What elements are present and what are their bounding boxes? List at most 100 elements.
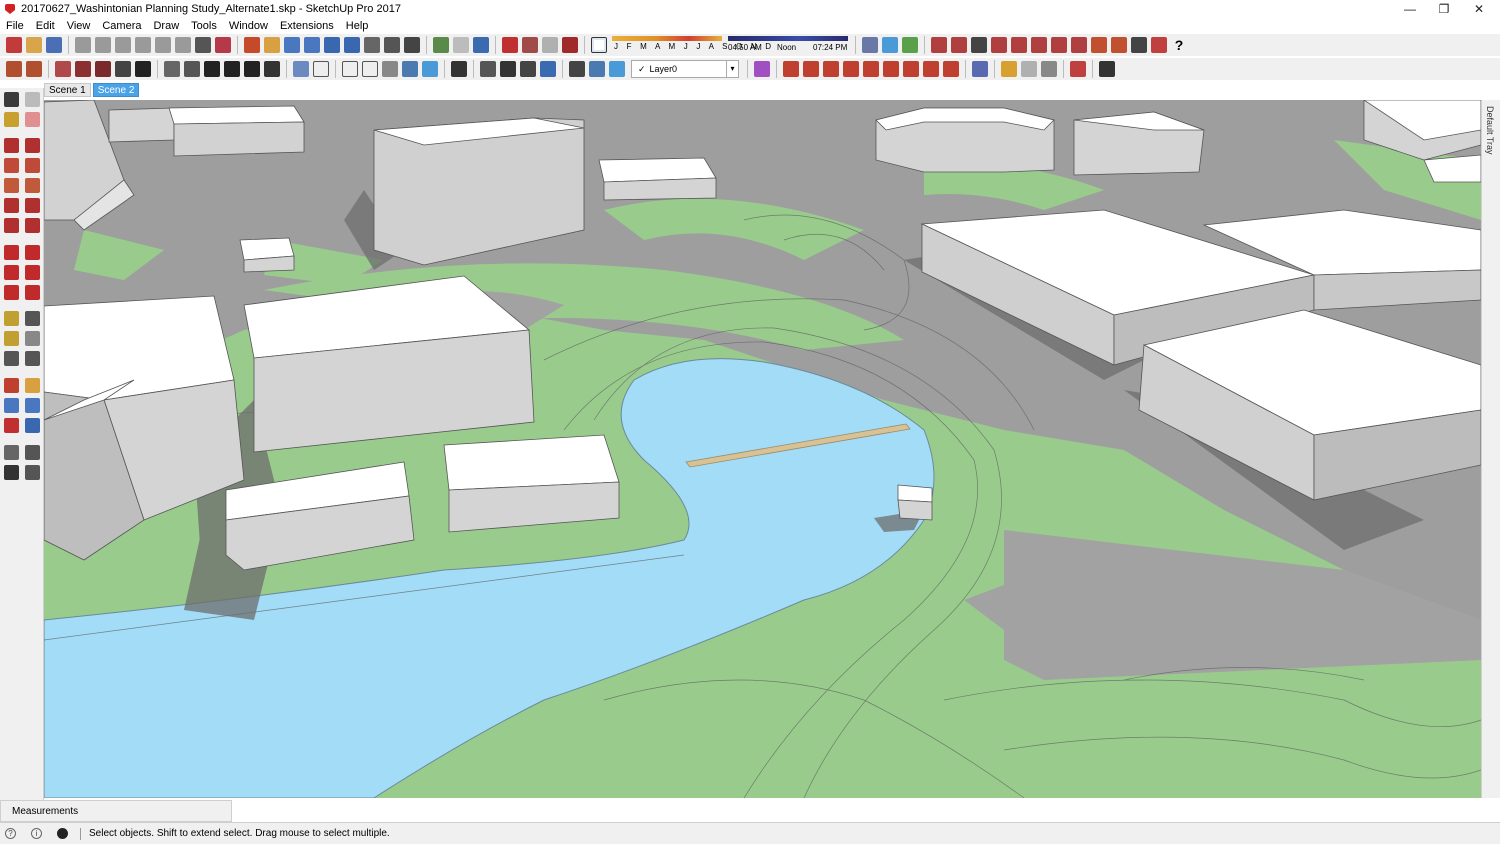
minimize-button[interactable]: — bbox=[1392, 0, 1428, 18]
dimension-tool-icon[interactable] bbox=[25, 311, 40, 326]
restore-button[interactable]: ❐ bbox=[1426, 0, 1462, 18]
open-icon[interactable] bbox=[26, 37, 42, 53]
left-view-icon[interactable] bbox=[115, 61, 131, 77]
save-icon[interactable] bbox=[46, 37, 62, 53]
interact-icon[interactable] bbox=[1001, 61, 1017, 77]
print-icon[interactable] bbox=[195, 37, 211, 53]
protractor-tool-icon[interactable] bbox=[4, 331, 19, 346]
back-view-icon[interactable] bbox=[95, 61, 111, 77]
zoom-icon[interactable] bbox=[284, 37, 300, 53]
front-view-icon[interactable] bbox=[55, 61, 71, 77]
tool-guide-icon[interactable] bbox=[1151, 37, 1167, 53]
menu-camera[interactable]: Camera bbox=[96, 20, 147, 32]
pan-icon[interactable] bbox=[264, 37, 280, 53]
hidden-line-icon[interactable] bbox=[224, 61, 240, 77]
paint-bucket-icon[interactable] bbox=[4, 112, 19, 127]
get-models-icon[interactable] bbox=[433, 37, 449, 53]
layer-manager-icon[interactable] bbox=[609, 61, 625, 77]
undo-icon[interactable] bbox=[155, 37, 171, 53]
position-camera-icon[interactable] bbox=[364, 37, 380, 53]
zoom-window-icon[interactable] bbox=[304, 37, 320, 53]
solid-split-icon[interactable] bbox=[382, 61, 398, 77]
sandbox-drape-icon[interactable] bbox=[902, 37, 918, 53]
section-display-icon[interactable] bbox=[540, 61, 556, 77]
walk-tool-icon[interactable] bbox=[4, 465, 19, 480]
preview-model-icon[interactable] bbox=[883, 61, 899, 77]
toggle-terrain-icon[interactable] bbox=[843, 61, 859, 77]
redo-icon[interactable] bbox=[175, 37, 191, 53]
2pt-arc-icon[interactable] bbox=[25, 198, 40, 213]
orbit-icon[interactable] bbox=[244, 37, 260, 53]
shadows-toggle-icon[interactable] bbox=[591, 37, 607, 53]
menu-help[interactable]: Help bbox=[340, 20, 375, 32]
model-info-icon[interactable] bbox=[215, 37, 231, 53]
move-icon[interactable] bbox=[4, 245, 19, 260]
add-location-icon[interactable] bbox=[823, 61, 839, 77]
section-plane-icon[interactable] bbox=[451, 61, 467, 77]
shaded-icon[interactable] bbox=[244, 61, 260, 77]
rotated-rectangle-icon[interactable] bbox=[25, 158, 40, 173]
section-plane-tool-icon[interactable] bbox=[25, 465, 40, 480]
make-component-icon[interactable] bbox=[25, 92, 40, 107]
circle-tool-icon[interactable] bbox=[4, 178, 19, 193]
look-around-tool-icon[interactable] bbox=[25, 445, 40, 460]
freehand-tool-icon[interactable] bbox=[25, 138, 40, 153]
solid-trim-icon[interactable] bbox=[362, 61, 378, 77]
pan-tool-icon[interactable] bbox=[25, 378, 40, 393]
share-model-icon[interactable] bbox=[453, 37, 469, 53]
help-icon[interactable]: ? bbox=[1172, 37, 1186, 53]
geo-location-icon[interactable] bbox=[923, 61, 939, 77]
shaded-texture-icon[interactable] bbox=[264, 61, 280, 77]
axes-icon[interactable] bbox=[1051, 37, 1067, 53]
follow-me-icon[interactable] bbox=[25, 265, 40, 280]
3d-text-tool-icon[interactable] bbox=[25, 351, 40, 366]
shadow-date-slider[interactable]: J F M A M J J A S O N D bbox=[612, 36, 771, 54]
text-label-icon[interactable] bbox=[25, 331, 40, 346]
walk-icon[interactable] bbox=[404, 37, 420, 53]
dimension-icon[interactable] bbox=[1111, 37, 1127, 53]
layer-color-icon[interactable] bbox=[754, 61, 770, 77]
axes-tool-icon[interactable] bbox=[4, 351, 19, 366]
look-around-icon[interactable] bbox=[384, 37, 400, 53]
terrain-icon[interactable] bbox=[803, 61, 819, 77]
zoom-window-tool-icon[interactable] bbox=[25, 398, 40, 413]
right-view-icon[interactable] bbox=[75, 61, 91, 77]
text-tool-icon[interactable] bbox=[1071, 37, 1087, 53]
menu-file[interactable]: File bbox=[0, 20, 30, 32]
tab-scene-2[interactable]: Scene 2 bbox=[92, 83, 140, 97]
new-model-icon[interactable] bbox=[6, 37, 22, 53]
eraser-icon[interactable] bbox=[25, 112, 40, 127]
erase-icon[interactable] bbox=[135, 37, 151, 53]
solid-union-icon[interactable] bbox=[293, 61, 309, 77]
tape-measure-tool-icon[interactable] bbox=[4, 311, 19, 326]
menu-window[interactable]: Window bbox=[223, 20, 274, 32]
menu-extensions[interactable]: Extensions bbox=[274, 20, 340, 32]
sandbox-detail-icon[interactable] bbox=[931, 37, 947, 53]
previous-view-icon[interactable] bbox=[344, 37, 360, 53]
axes-toggle-icon[interactable] bbox=[569, 61, 585, 77]
zoom-tool-icon[interactable] bbox=[4, 398, 19, 413]
sandbox-smoove-icon[interactable] bbox=[862, 37, 878, 53]
menu-edit[interactable]: Edit bbox=[30, 20, 61, 32]
wireframe-icon[interactable] bbox=[204, 61, 220, 77]
clear-location-icon[interactable] bbox=[943, 61, 959, 77]
protractor-icon[interactable] bbox=[1031, 37, 1047, 53]
back-edges-icon[interactable] bbox=[184, 61, 200, 77]
3d-text-icon[interactable] bbox=[1091, 37, 1107, 53]
sandbox-flip-icon[interactable] bbox=[951, 37, 967, 53]
section-icon[interactable] bbox=[1131, 37, 1147, 53]
menu-draw[interactable]: Draw bbox=[147, 20, 185, 32]
tab-scene-1[interactable]: Scene 1 bbox=[44, 83, 91, 97]
user-account-icon[interactable] bbox=[57, 828, 68, 839]
info-icon[interactable]: i bbox=[31, 828, 42, 839]
copy-icon[interactable] bbox=[95, 37, 111, 53]
menu-tools[interactable]: Tools bbox=[185, 20, 223, 32]
select-tool-icon[interactable] bbox=[4, 92, 19, 107]
push-pull-tool-icon[interactable] bbox=[991, 37, 1007, 53]
iso-view-icon[interactable] bbox=[6, 61, 22, 77]
sandbox-from-contours-icon[interactable] bbox=[972, 61, 988, 77]
measurements-input[interactable] bbox=[232, 800, 1500, 822]
chevron-down-icon[interactable]: ▾ bbox=[726, 61, 738, 77]
3pt-arc-icon[interactable] bbox=[4, 218, 19, 233]
push-pull-icon[interactable] bbox=[25, 245, 40, 260]
